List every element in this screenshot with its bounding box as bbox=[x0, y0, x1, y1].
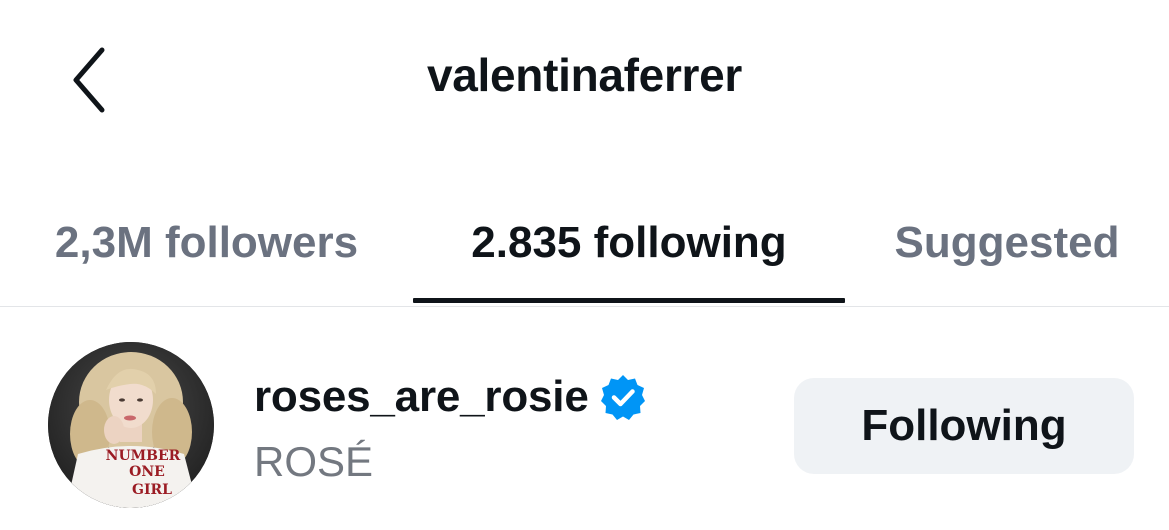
tab-followers[interactable]: 2,3M followers bbox=[0, 200, 413, 306]
display-name: ROSÉ bbox=[254, 438, 374, 485]
shirt-text-1: NUMBER bbox=[106, 448, 181, 464]
avatar[interactable]: NUMBER ONE GIRL bbox=[48, 342, 214, 508]
page-title: valentinaferrer bbox=[426, 49, 743, 101]
shirt-text-3: GIRL bbox=[132, 482, 172, 498]
tab-following[interactable]: 2.835 following bbox=[413, 200, 845, 306]
top-bar: valentinaferrer bbox=[0, 0, 1169, 160]
shirt-text-2: ONE bbox=[129, 464, 165, 480]
active-tab-indicator bbox=[413, 298, 845, 303]
tab-bar: 2,3M followers 2.835 following Suggested bbox=[0, 200, 1169, 307]
list-item[interactable]: NUMBER ONE GIRL roses_are_rosie ROSÉ Fol… bbox=[0, 330, 1169, 530]
username-link[interactable]: roses_are_rosie bbox=[254, 372, 647, 422]
verified-badge-icon bbox=[600, 375, 645, 420]
avatar-image: NUMBER ONE GIRL bbox=[48, 342, 214, 508]
tab-suggested[interactable]: Suggested bbox=[845, 200, 1169, 306]
username: roses_are_rosie bbox=[254, 372, 589, 421]
following-button[interactable]: Following bbox=[794, 378, 1134, 474]
